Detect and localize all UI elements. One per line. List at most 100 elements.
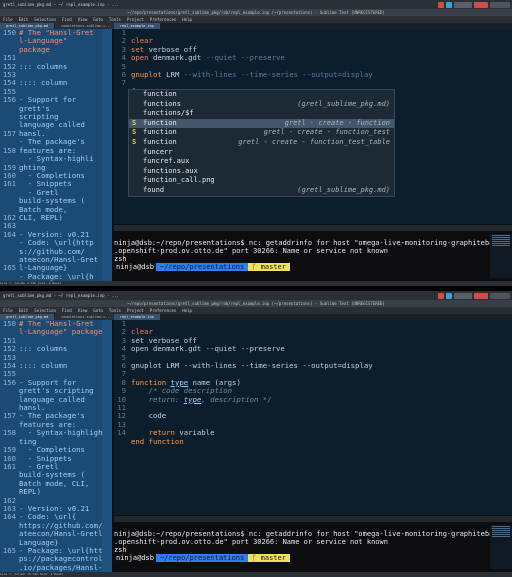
- autocomplete-hint: (gretl_sublime_pkg.md): [297, 185, 390, 194]
- menu-preferences[interactable]: Preferences: [150, 308, 177, 313]
- terminal-line: ninja@dsb:~/repo/presentations$ nc: geta…: [114, 530, 512, 538]
- menu-file[interactable]: File: [3, 308, 13, 313]
- markdown-line: :::: column: [19, 78, 68, 88]
- prompt-git-branch: ᚴ master: [248, 263, 290, 271]
- tray-icon[interactable]: [446, 1, 452, 8]
- terminal-line: .openshift-prod.ov.otto.de" port 30266: …: [114, 538, 388, 546]
- menu-selection[interactable]: Selection: [34, 308, 56, 313]
- markdown-line: l-Language" package: [19, 327, 103, 337]
- line-number: [0, 273, 16, 281]
- code-line: gnuplot LRM --with-lines --time-series -…: [131, 70, 373, 80]
- line-number: 14: [117, 428, 126, 438]
- menu-goto[interactable]: Goto: [93, 17, 103, 22]
- status-bar: Line 7, Column 13 Tab Size: 4 Hansl: [0, 572, 512, 577]
- menu-edit[interactable]: Edit: [19, 17, 29, 22]
- taskbar-item-2[interactable]: repl_example.inp - ...: [66, 292, 126, 299]
- menu-project[interactable]: Project: [127, 308, 144, 313]
- autocomplete-item[interactable]: function_call.png: [129, 176, 394, 186]
- terminal-line: .openshift-prod.ov.otto.de" port 30266: …: [114, 247, 388, 255]
- tray-icon[interactable]: [446, 292, 452, 299]
- window-title: ~/repo/presentations/gretl_sublime_pkg/r…: [0, 9, 512, 16]
- terminal-line: zsh: [114, 546, 127, 554]
- terminal-prompt: ninja@dsb ~/repo/presentations ᚴ master: [114, 263, 290, 271]
- menu-goto[interactable]: Goto: [93, 308, 103, 313]
- menu-preferences[interactable]: Preferences: [150, 17, 177, 22]
- taskbar-item-1[interactable]: gretl_sublime_pkg.md - ~/repo/...: [3, 1, 63, 8]
- terminal-prompt: ninja@dsb ~/repo/presentations ᚴ master: [114, 554, 290, 562]
- autocomplete-label: found: [143, 185, 165, 194]
- tray-icon[interactable]: [438, 1, 444, 8]
- autocomplete-item[interactable]: function: [129, 90, 394, 100]
- terminal-minimap: [490, 234, 512, 278]
- code-editor[interactable]: 1 2 3 4 5 6 7 8 9 10 11 12 13 14 clear set verbose of…: [114, 319, 512, 515]
- tray-indicator: [474, 1, 488, 8]
- minimap[interactable]: [102, 29, 112, 286]
- autocomplete-label: function: [143, 137, 177, 146]
- autocomplete-hint: gretl - create - function: [284, 118, 390, 127]
- prompt-path: ~/repo/presentations: [155, 263, 249, 271]
- menu-view[interactable]: View: [78, 308, 88, 313]
- menu-edit[interactable]: Edit: [19, 308, 29, 313]
- system-tray: [438, 292, 510, 299]
- markdown-line: CLI, REPL): [19, 212, 63, 222]
- hansl-code[interactable]: clear set verbose off open denmark.gdt -…: [131, 320, 373, 455]
- autocomplete-hint: (gretl_sublime_pkg.md): [297, 99, 390, 108]
- snippet-icon: S: [132, 118, 137, 127]
- autocomplete-label: function: [143, 118, 177, 127]
- line-number: 7: [121, 78, 126, 88]
- terminal-minimap: [490, 525, 512, 569]
- autocomplete-item[interactable]: functions/$f: [129, 109, 394, 119]
- autocomplete-item[interactable]: Sfunction gretl - create - function_test_…: [129, 138, 394, 148]
- menu-project[interactable]: Project: [127, 17, 144, 22]
- code-line: code: [131, 411, 167, 421]
- line-gutter: 150 151 152 153 154 155 156 157 158 159 160 161…: [0, 319, 16, 577]
- autocomplete-item[interactable]: funcref.aux: [129, 157, 394, 167]
- autocomplete-label: functions.aux: [143, 166, 198, 175]
- menu-selection[interactable]: Selection: [34, 17, 56, 22]
- autocomplete-item[interactable]: funcerr: [129, 148, 394, 158]
- autocomplete-label: functions/$f: [143, 109, 194, 118]
- markdown-line: ::: columns: [19, 344, 68, 354]
- tray-icon[interactable]: [438, 292, 444, 299]
- markdown-editor[interactable]: 150 151 152 153 154 155 156 157 158 159 160 161…: [0, 28, 112, 286]
- terminal[interactable]: ninja@dsb:~/repo/presentations$ nc: geta…: [114, 522, 512, 572]
- autocomplete-item[interactable]: Sfunction gretl - create - function: [129, 118, 394, 129]
- autocomplete-label: funcref.aux: [143, 157, 190, 166]
- tray-indicator: [474, 292, 488, 299]
- markdown-code[interactable]: # The "Hansl-Gret l-Language" package :::…: [19, 319, 107, 577]
- autocomplete-item[interactable]: Sfunction gretl - create - function_test: [129, 128, 394, 138]
- menu-tools[interactable]: Tools: [109, 17, 121, 22]
- code-line: end function: [131, 436, 184, 446]
- menu-bar: File Edit Selection Find View Goto Tools Projec…: [0, 16, 512, 23]
- markdown-code[interactable]: # The "Hansl-Gret l-Language" package ::: …: [19, 28, 98, 286]
- autocomplete-item[interactable]: functions (gretl_sublime_pkg.md): [129, 100, 394, 110]
- clock: [490, 1, 510, 8]
- tray-indicator: [454, 292, 472, 299]
- autocomplete-popup[interactable]: function functions (gretl_sublime_pkg.md) f…: [128, 89, 395, 197]
- autocomplete-label: function_call.png: [143, 176, 215, 185]
- line-gutter: 1234567: [114, 28, 126, 88]
- autocomplete-label: function: [143, 128, 177, 137]
- menu-find[interactable]: Find: [62, 308, 72, 313]
- markdown-line: package: [19, 44, 50, 54]
- autocomplete-item[interactable]: found (gretl_sublime_pkg.md): [129, 186, 394, 196]
- code-line: open denmark.gdt --quiet --preserve: [131, 53, 285, 63]
- prompt-path: ~/repo/presentations: [155, 554, 249, 562]
- menu-help[interactable]: Help: [182, 17, 192, 22]
- autocomplete-item[interactable]: functions.aux: [129, 167, 394, 177]
- terminal[interactable]: ninja@dsb:~/repo/presentations$ nc: geta…: [114, 231, 512, 281]
- taskbar-item-2[interactable]: repl_example.inp - ...: [66, 1, 126, 8]
- menu-help[interactable]: Help: [182, 308, 192, 313]
- menu-file[interactable]: File: [3, 17, 13, 22]
- minimap[interactable]: [102, 320, 112, 577]
- markdown-line: :::: column: [19, 361, 68, 371]
- markdown-editor[interactable]: 150 151 152 153 154 155 156 157 158 159 160 161…: [0, 319, 112, 577]
- menu-tools[interactable]: Tools: [109, 308, 121, 313]
- code-line: gnuplot LRM --with-lines --time-series -…: [131, 361, 373, 371]
- menu-view[interactable]: View: [78, 17, 88, 22]
- taskbar-item-1[interactable]: gretl_sublime_pkg.md - ~/repo/...: [3, 292, 63, 299]
- snippet-icon: S: [132, 128, 137, 137]
- menu-find[interactable]: Find: [62, 17, 72, 22]
- code-line: open denmark.gdt --quiet --preserve: [131, 344, 285, 354]
- prompt-user: ninja@dsb: [114, 263, 156, 271]
